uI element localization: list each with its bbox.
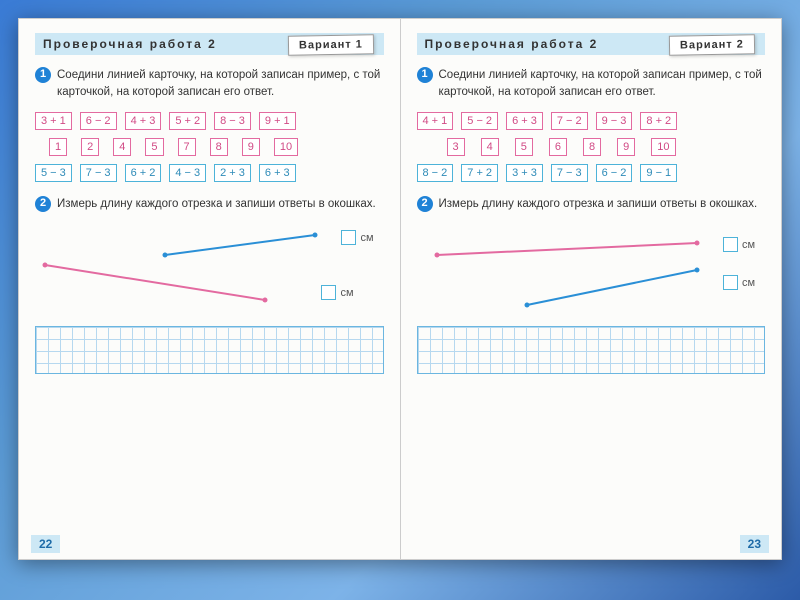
header-title: Проверочная работа 2 — [43, 37, 217, 51]
cm-label: см — [742, 239, 755, 251]
expr-card: 6 + 3 — [259, 164, 296, 182]
cm-label: см — [340, 287, 353, 299]
task1-text: Соедини линией карточку, на которой запи… — [57, 69, 380, 98]
answer-card: 2 — [81, 138, 99, 156]
card-row-3: 8 − 2 7 + 2 3 + 3 7 − 3 6 − 2 9 − 1 — [417, 164, 766, 182]
expr-card: 8 − 3 — [214, 112, 251, 130]
expr-card: 5 − 3 — [35, 164, 72, 182]
task2-text: Измерь длину каждого отрезка и запиши от… — [57, 198, 376, 210]
page-right: Проверочная работа 2 Вариант 2 1 Соедини… — [400, 18, 783, 560]
expr-card: 7 + 2 — [461, 164, 498, 182]
expr-card: 3 + 1 — [35, 112, 72, 130]
card-row-2: 1 2 4 5 7 8 9 10 — [35, 138, 384, 156]
book-spread: Проверочная работа 2 Вариант 1 1 Соедини… — [18, 18, 782, 560]
answer-card: 4 — [481, 138, 499, 156]
cm-label: см — [360, 232, 373, 244]
page-left: Проверочная работа 2 Вариант 1 1 Соедини… — [18, 18, 400, 560]
task2-number: 2 — [417, 196, 433, 212]
answer-card: 6 — [549, 138, 567, 156]
variant-tag: Вариант 2 — [669, 34, 755, 55]
segments-svg — [35, 225, 375, 320]
expr-card: 8 − 2 — [417, 164, 454, 182]
task2: 2 Измерь длину каждого отрезка и запиши … — [35, 196, 384, 213]
answer-card: 5 — [145, 138, 163, 156]
expr-card: 7 − 2 — [551, 112, 588, 130]
expr-card: 5 + 2 — [169, 112, 206, 130]
expr-card: 7 − 3 — [551, 164, 588, 182]
answer-card: 5 — [515, 138, 533, 156]
card-row-1: 3 + 1 6 − 2 4 + 3 5 + 2 8 − 3 9 + 1 — [35, 112, 384, 130]
answer-card: 9 — [242, 138, 260, 156]
answer-card: 8 — [583, 138, 601, 156]
card-row-1: 4 + 1 5 − 2 6 + 3 7 − 2 9 − 3 8 + 2 — [417, 112, 766, 130]
cm-input-1[interactable]: см — [723, 237, 755, 252]
expr-card: 8 + 2 — [640, 112, 677, 130]
variant-tag: Вариант 1 — [287, 34, 373, 55]
answer-card: 4 — [113, 138, 131, 156]
expr-card: 7 − 3 — [80, 164, 117, 182]
answer-box[interactable] — [321, 285, 336, 300]
segments-svg — [417, 225, 757, 320]
answer-card: 3 — [447, 138, 465, 156]
grid-strip[interactable] — [417, 326, 766, 374]
expr-card: 9 − 3 — [596, 112, 633, 130]
task1-text: Соедини линией карточку, на которой запи… — [439, 69, 762, 98]
answer-card: 9 — [617, 138, 635, 156]
page-number: 22 — [31, 535, 60, 553]
answer-box[interactable] — [723, 275, 738, 290]
task1-number: 1 — [35, 67, 51, 83]
expr-card: 9 − 1 — [640, 164, 677, 182]
segment-area: см см — [35, 225, 384, 320]
page-header: Проверочная работа 2 Вариант 1 — [35, 33, 384, 55]
expr-card: 4 − 3 — [169, 164, 206, 182]
cm-input-1[interactable]: см — [341, 230, 373, 245]
expr-card: 9 + 1 — [259, 112, 296, 130]
task2-number: 2 — [35, 196, 51, 212]
answer-card: 10 — [274, 138, 298, 156]
card-row-2: 3 4 5 6 8 9 10 — [417, 138, 766, 156]
answer-card: 1 — [49, 138, 67, 156]
cm-input-2[interactable]: см — [723, 275, 755, 290]
task1: 1 Соедини линией карточку, на которой за… — [35, 67, 384, 100]
answer-card: 8 — [210, 138, 228, 156]
card-row-3: 5 − 3 7 − 3 6 + 2 4 − 3 2 + 3 6 + 3 — [35, 164, 384, 182]
cm-label: см — [742, 277, 755, 289]
task2: 2 Измерь длину каждого отрезка и запиши … — [417, 196, 766, 213]
expr-card: 5 − 2 — [461, 112, 498, 130]
segment-area: см см — [417, 225, 766, 320]
task1: 1 Соедини линией карточку, на которой за… — [417, 67, 766, 100]
expr-card: 3 + 3 — [506, 164, 543, 182]
expr-card: 6 − 2 — [596, 164, 633, 182]
cm-input-2[interactable]: см — [321, 285, 353, 300]
grid-strip[interactable] — [35, 326, 384, 374]
expr-card: 6 + 2 — [125, 164, 162, 182]
answer-box[interactable] — [723, 237, 738, 252]
page-number: 23 — [740, 535, 769, 553]
expr-card: 4 + 3 — [125, 112, 162, 130]
answer-card: 10 — [651, 138, 675, 156]
page-header: Проверочная работа 2 Вариант 2 — [417, 33, 766, 55]
header-title: Проверочная работа 2 — [425, 37, 599, 51]
answer-box[interactable] — [341, 230, 356, 245]
expr-card: 6 + 3 — [506, 112, 543, 130]
expr-card: 6 − 2 — [80, 112, 117, 130]
task2-text: Измерь длину каждого отрезка и запиши от… — [439, 198, 758, 210]
expr-card: 2 + 3 — [214, 164, 251, 182]
expr-card: 4 + 1 — [417, 112, 454, 130]
answer-card: 7 — [178, 138, 196, 156]
task1-number: 1 — [417, 67, 433, 83]
